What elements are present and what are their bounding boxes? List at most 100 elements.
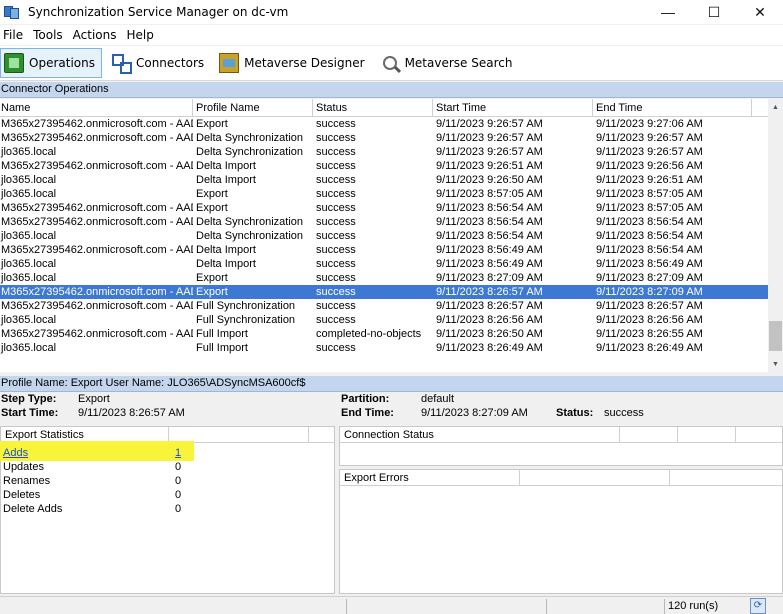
table-row[interactable]: M365x27395462.onmicrosoft.com - AAD Delta…	[0, 243, 770, 257]
metaverse-designer-button[interactable]: Metaverse Designer	[216, 48, 370, 78]
maximize-button[interactable]: ☐	[691, 0, 737, 24]
column-end-time[interactable]: End Time	[593, 99, 752, 116]
scroll-down-icon[interactable]: ▼	[768, 356, 783, 372]
scroll-thumb[interactable]	[769, 321, 782, 351]
cell-profile-name: Export	[196, 202, 228, 214]
cell-start-time: 9/11/2023 8:56:54 AM	[436, 202, 543, 214]
stat-value[interactable]: 1	[175, 446, 195, 460]
list-item: Renames 0	[1, 474, 201, 488]
partition-label: Partition:	[341, 393, 390, 405]
menu-file[interactable]: File	[0, 28, 28, 42]
list-item: Delete Adds 0	[1, 502, 201, 516]
cell-start-time: 9/11/2023 8:26:57 AM	[436, 286, 543, 298]
stat-name[interactable]: Adds	[1, 446, 175, 460]
cell-name: M365x27395462.onmicrosoft.com - AAD	[1, 118, 193, 130]
table-row[interactable]: M365x27395462.onmicrosoft.com - AAD Full …	[0, 299, 770, 313]
step-type-value: Export	[78, 393, 110, 405]
table-row[interactable]: M365x27395462.onmicrosoft.com - AAD Delta…	[0, 131, 770, 145]
column-status[interactable]: Status	[313, 99, 433, 116]
cell-start-time: 9/11/2023 9:26:57 AM	[436, 132, 543, 144]
connection-status-panel: Connection Status	[339, 426, 783, 466]
list-item: Updates 0	[1, 460, 201, 474]
stat-value: 0	[175, 475, 182, 487]
operations-label: Operations	[29, 56, 95, 70]
table-row[interactable]: jlo365.local Delta Import success 9/11/2023…	[0, 173, 770, 187]
end-time-value: 9/11/2023 8:27:09 AM	[421, 407, 528, 419]
metaverse-search-button[interactable]: Metaverse Search	[377, 48, 519, 78]
cell-status: success	[316, 244, 356, 256]
column-name[interactable]: Name	[0, 99, 193, 116]
table-row[interactable]: M365x27395462.onmicrosoft.com - AAD Expor…	[0, 117, 770, 131]
cell-profile-name: Delta Import	[196, 258, 256, 270]
table-row[interactable]: jlo365.local Delta Synchronization success…	[0, 229, 770, 243]
cell-start-time: 9/11/2023 8:27:09 AM	[436, 272, 543, 284]
cell-start-time: 9/11/2023 8:56:49 AM	[436, 258, 543, 270]
metaverse-search-label: Metaverse Search	[404, 56, 513, 70]
close-button[interactable]: ✕	[737, 0, 783, 24]
stat-name: Delete Adds	[3, 503, 63, 515]
table-row[interactable]: jlo365.local Delta Synchronization success…	[0, 145, 770, 159]
cell-status: success	[316, 342, 356, 354]
table-row[interactable]: M365x27395462.onmicrosoft.com - AAD Expor…	[0, 201, 770, 215]
table-row[interactable]: M365x27395462.onmicrosoft.com - AAD Delta…	[0, 159, 770, 173]
table-row[interactable]: jlo365.local Delta Import success 9/11/2023…	[0, 257, 770, 271]
cell-status: success	[316, 258, 356, 270]
cell-start-time: 9/11/2023 9:26:57 AM	[436, 146, 543, 158]
operations-button[interactable]: Operations	[0, 48, 102, 78]
cell-profile-name: Export	[196, 188, 228, 200]
cell-profile-name: Delta Import	[196, 160, 256, 172]
grid-rows: M365x27395462.onmicrosoft.com - AAD Expor…	[0, 117, 770, 355]
operations-icon	[4, 53, 24, 73]
start-time-value: 9/11/2023 8:26:57 AM	[78, 407, 185, 419]
table-row[interactable]: M365x27395462.onmicrosoft.com - AAD Full …	[0, 327, 770, 341]
stat-value: 0	[175, 489, 182, 501]
cell-name: jlo365.local	[1, 314, 57, 326]
export-statistics-header: Export Statistics	[1, 427, 169, 442]
cell-name: M365x27395462.onmicrosoft.com - AAD	[1, 160, 193, 172]
cell-profile-name: Delta Synchronization	[196, 132, 304, 144]
cell-name: jlo365.local	[1, 188, 57, 200]
vertical-scrollbar[interactable]: ▲ ▼	[768, 99, 783, 372]
menu-help[interactable]: Help	[124, 28, 159, 42]
cell-name: M365x27395462.onmicrosoft.com - AAD	[1, 300, 193, 312]
table-row[interactable]: M365x27395462.onmicrosoft.com - AAD Expor…	[0, 285, 770, 299]
cell-end-time: 9/11/2023 8:26:56 AM	[596, 314, 703, 326]
status-label: Status:	[556, 407, 594, 419]
scroll-up-icon[interactable]: ▲	[768, 99, 783, 115]
table-row[interactable]: jlo365.local Export success 9/11/2023 8:27:…	[0, 271, 770, 285]
connectors-button[interactable]: Connectors	[108, 48, 210, 78]
step-type-label: Step Type:	[1, 393, 57, 405]
cell-profile-name: Export	[196, 272, 228, 284]
table-row[interactable]: jlo365.local Full Import success 9/11/2023 …	[0, 341, 770, 355]
cell-name: jlo365.local	[1, 258, 57, 270]
title-bar: Synchronization Service Manager on dc-vm…	[0, 0, 783, 24]
cell-status: completed-no-objects	[316, 328, 422, 340]
menu-tools[interactable]: Tools	[30, 28, 68, 42]
cell-end-time: 9/11/2023 8:27:09 AM	[596, 286, 703, 298]
cell-end-time: 9/11/2023 8:56:54 AM	[596, 244, 703, 256]
menu-actions[interactable]: Actions	[70, 28, 122, 42]
cell-name: M365x27395462.onmicrosoft.com - AAD	[1, 202, 193, 214]
partition-row: Partition: default	[341, 393, 454, 405]
toolbar: Operations Connectors Metaverse Designer…	[0, 46, 783, 81]
cell-name: jlo365.local	[1, 272, 57, 284]
profile-details-header: Profile Name: Export User Name: JLO365\A…	[0, 376, 783, 392]
table-row[interactable]: jlo365.local Full Synchronization success 9…	[0, 313, 770, 327]
table-row[interactable]: jlo365.local Export success 9/11/2023 8:57:…	[0, 187, 770, 201]
minimize-button[interactable]: —	[645, 0, 691, 24]
cell-name: jlo365.local	[1, 146, 57, 158]
stat-value: 0	[175, 503, 182, 515]
table-row[interactable]: M365x27395462.onmicrosoft.com - AAD Delta…	[0, 215, 770, 229]
column-start-time[interactable]: Start Time	[433, 99, 593, 116]
refresh-icon[interactable]: ⟳	[750, 598, 766, 614]
step-type-row: Step Type: Export	[1, 393, 110, 405]
column-profile-name[interactable]: Profile Name	[193, 99, 313, 116]
app-icon	[4, 4, 20, 20]
export-errors-header: Export Errors	[340, 470, 520, 485]
cell-end-time: 9/11/2023 8:56:54 AM	[596, 216, 703, 228]
cell-end-time: 9/11/2023 9:26:56 AM	[596, 160, 703, 172]
metaverse-designer-label: Metaverse Designer	[244, 56, 365, 70]
cell-start-time: 9/11/2023 8:26:57 AM	[436, 300, 543, 312]
cell-status: success	[316, 300, 356, 312]
status-value: success	[604, 407, 644, 419]
